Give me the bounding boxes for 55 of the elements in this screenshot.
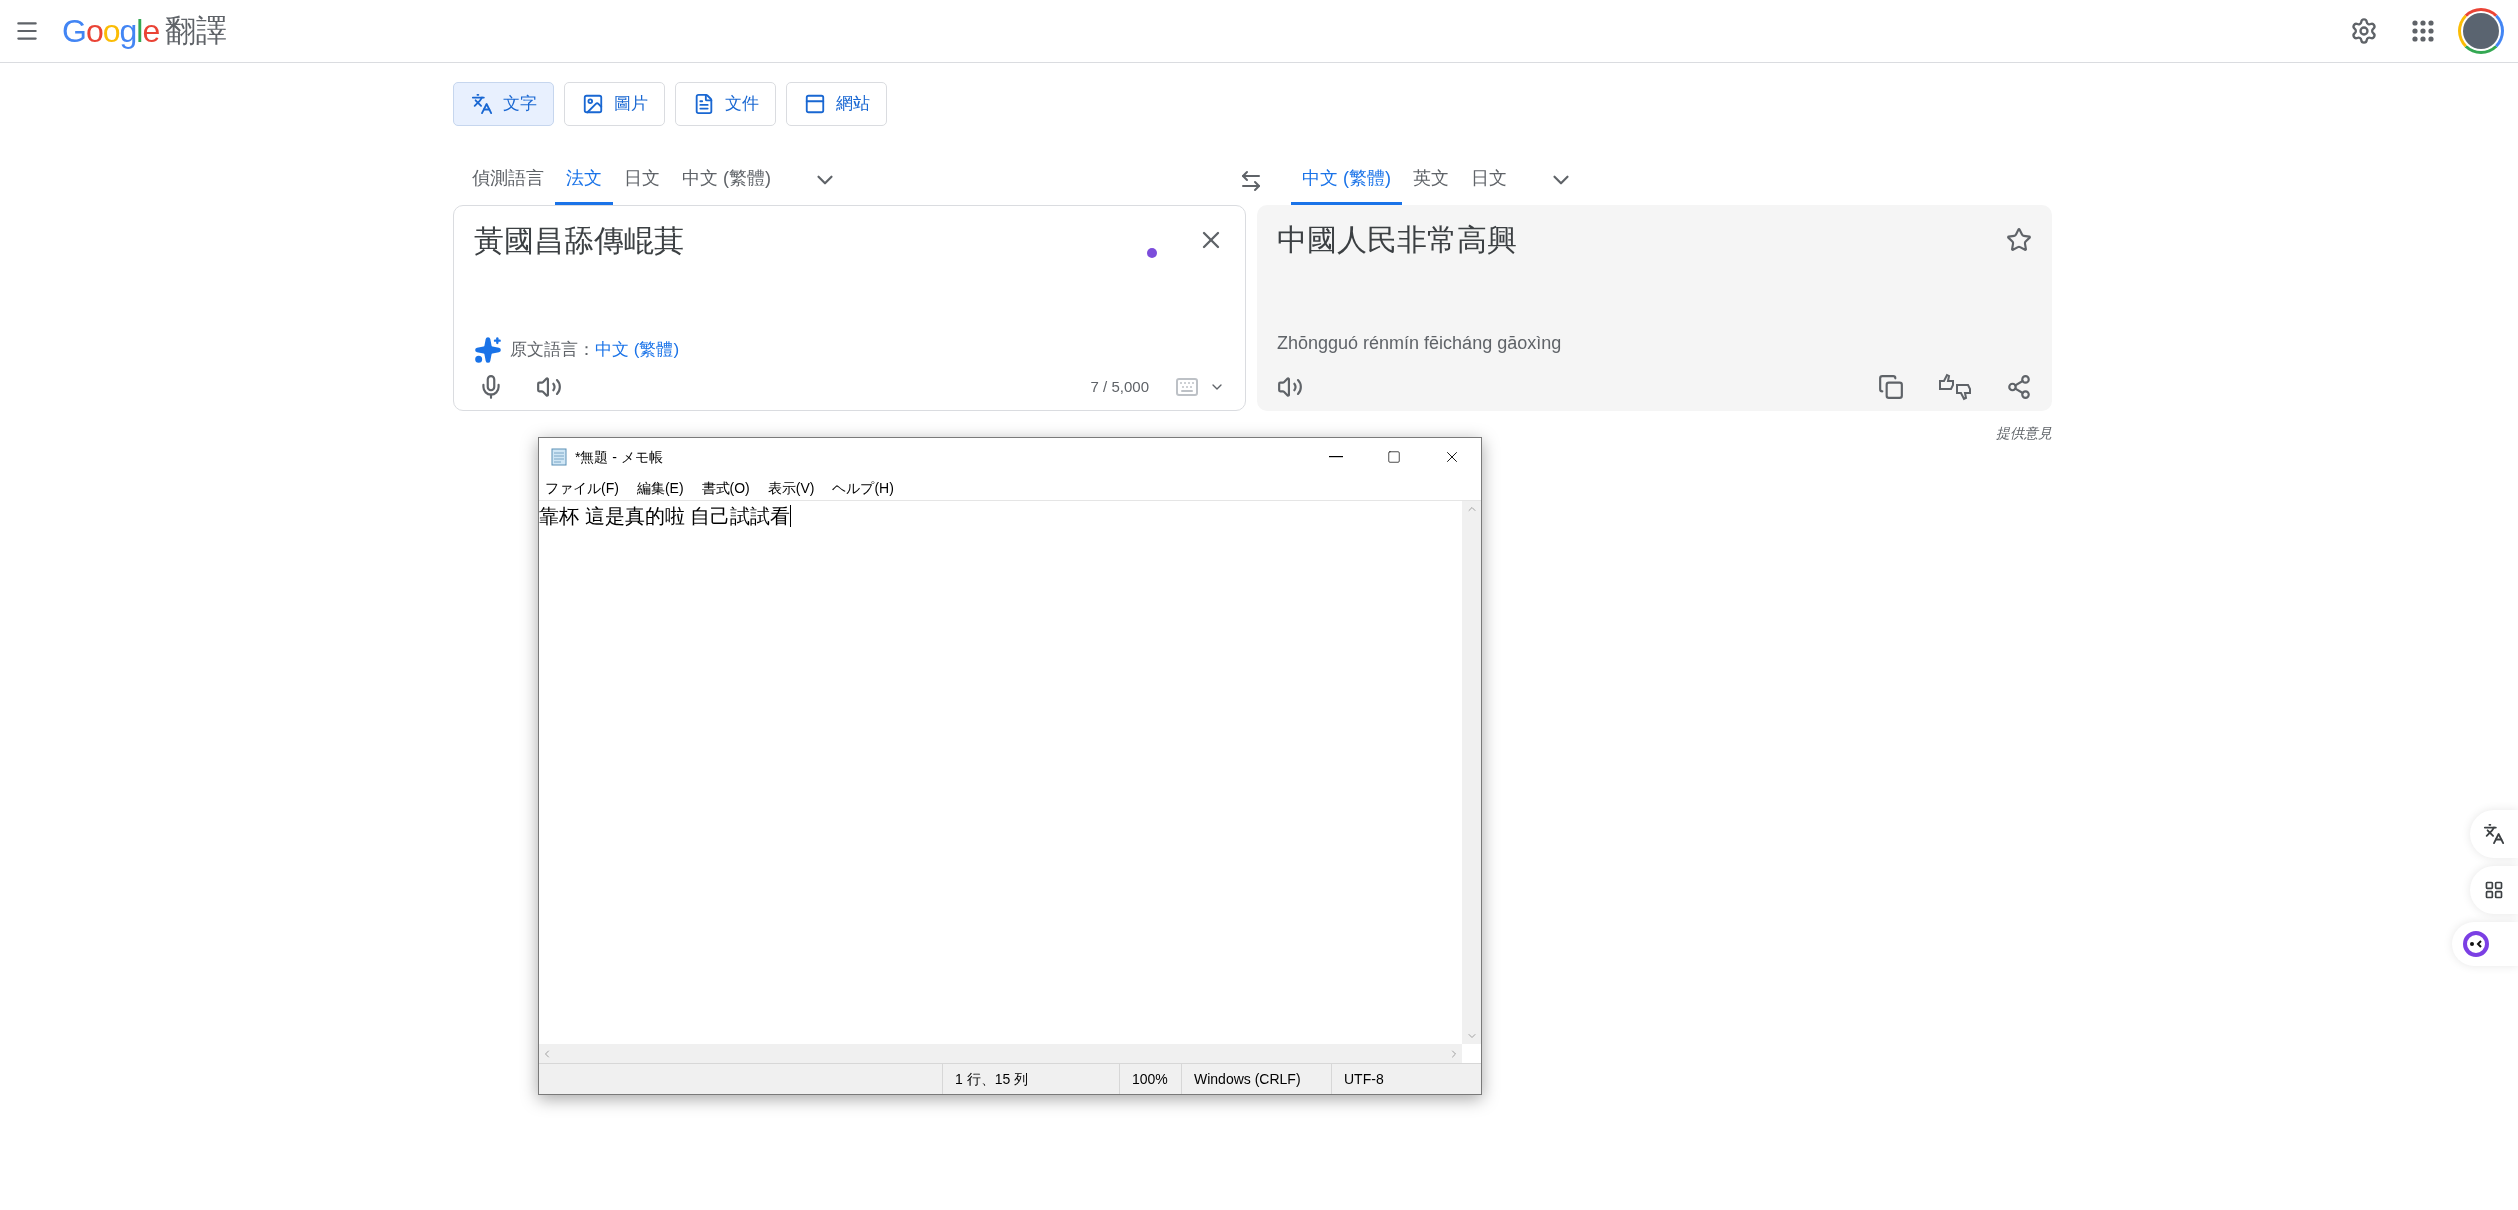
rate-translation-icon[interactable] [1938, 373, 1972, 401]
maximize-icon [1387, 450, 1401, 464]
mode-tab[interactable]: 文件 [675, 82, 776, 126]
mode-tab[interactable]: 網站 [786, 82, 887, 126]
notepad-icon [549, 447, 569, 467]
copy-icon[interactable] [1878, 374, 1904, 400]
floating-assistant-button[interactable] [2452, 922, 2518, 966]
language-tab[interactable]: 中文 (繁體) [671, 155, 782, 205]
document-text: 靠杯 這是真的啦 自己試試看 [539, 504, 791, 529]
menu-item[interactable]: ヘルプ(H) [830, 477, 896, 499]
character-count: 7 / 5,000 [1090, 376, 1149, 397]
translation-text: 中國人民非常高興 [1277, 222, 1518, 258]
window-title: *無題 - メモ帳 [575, 447, 663, 467]
text-cursor [790, 505, 792, 527]
status-text: 1 行、15 列 [955, 1069, 1029, 1089]
status-text: Windows (CRLF) [1194, 1069, 1301, 1089]
mode-tab[interactable]: 文字 [453, 82, 554, 126]
text-area[interactable]: 靠杯 這是真的啦 自己試試看 [539, 501, 1462, 1044]
mode-tab[interactable]: 圖片 [564, 82, 665, 126]
language-tab[interactable]: 日文 [1460, 155, 1518, 205]
product-name: 翻譯 [165, 11, 228, 50]
feedback-link[interactable]: 提供意見 [1996, 423, 2052, 444]
speaker-icon[interactable] [536, 374, 562, 400]
star-icon[interactable] [2006, 227, 2032, 253]
logo[interactable]: Google [62, 7, 160, 55]
image-icon [581, 93, 604, 115]
minimize-icon [1329, 456, 1343, 458]
translate-icon [2483, 823, 2505, 845]
swap-languages-icon[interactable] [1239, 169, 1263, 193]
speaker-icon[interactable] [1277, 374, 1303, 400]
share-icon[interactable] [2006, 374, 2032, 400]
floating-translate-button[interactable] [2470, 810, 2518, 858]
sparkle-icon [474, 336, 502, 364]
detected-language-link[interactable]: 中文 (繁體) [595, 337, 680, 363]
language-tab[interactable]: 偵測語言 [461, 155, 555, 205]
text-icon [470, 93, 493, 115]
settings-icon[interactable] [2350, 17, 2378, 45]
avatar[interactable] [2458, 8, 2504, 54]
menu-item[interactable]: 表示(V) [765, 477, 817, 499]
grid-icon [2484, 880, 2504, 900]
menu-item[interactable]: ファイル(F) [543, 477, 621, 499]
status-text: 100% [1132, 1069, 1168, 1089]
romanization-text: Zhōngguó rénmín fēicháng gāoxìng [1277, 332, 1563, 355]
menu-item[interactable]: 書式(O) [699, 477, 752, 499]
language-tab[interactable]: 法文 [555, 155, 613, 205]
language-tab[interactable]: 日文 [613, 155, 671, 205]
floating-shortcut-button[interactable] [2470, 866, 2518, 914]
apps-grid-icon[interactable] [2412, 20, 2434, 42]
detected-language-label: 原文語言： [510, 339, 595, 362]
source-text-input[interactable]: 黃國昌舔傳崐萁 [474, 218, 1147, 263]
menu-item[interactable]: 編集(E) [634, 477, 686, 499]
website-icon [803, 93, 826, 115]
language-tab[interactable]: 英文 [1402, 155, 1460, 205]
face-icon [2462, 930, 2490, 958]
status-text: UTF-8 [1344, 1069, 1384, 1089]
